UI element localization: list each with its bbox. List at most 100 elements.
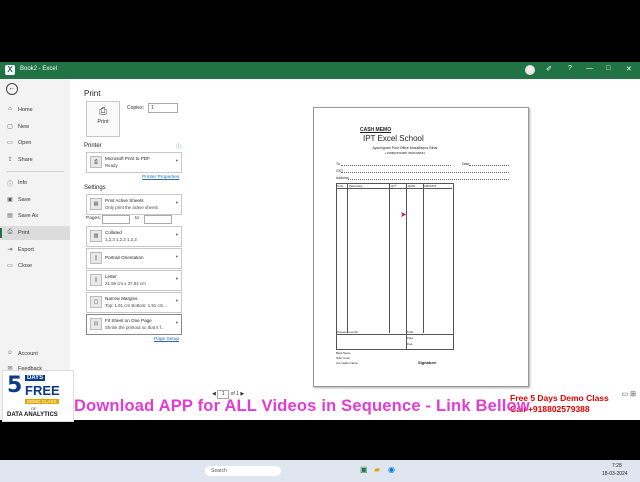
school-address: Ayachigram Post Office Muzaffarpur Bihar: [372, 146, 438, 150]
nav-item-save-as[interactable]: ▤ Save As: [0, 209, 70, 223]
nav-item-label: Print: [18, 230, 30, 236]
taskbar-folder-icon[interactable]: ▰: [374, 465, 380, 474]
margins-select[interactable]: ▢ Narrow Margins Top: 1.91 cm Bottom: 1.…: [86, 292, 182, 313]
taskbar-excel-icon[interactable]: ▣: [360, 465, 368, 474]
chevron-down-icon: ▾: [175, 232, 178, 237]
show-margins-icon[interactable]: ▭: [622, 391, 629, 398]
title-bar: X Book2 - Excel ● ✐ ? — □ ✕: [0, 62, 640, 79]
collation-desc: 1,2,3 1,2,3 1,2,3: [105, 237, 137, 242]
printer-name: Microsoft Print to PDF: [105, 156, 150, 161]
print-button[interactable]: ⎙ Print: [86, 101, 120, 137]
close-icon: ▭: [7, 263, 13, 269]
printer-info-icon[interactable]: ⓘ: [176, 143, 181, 150]
items-table: [336, 183, 454, 335]
table-header-cell: RATE: [408, 184, 416, 188]
close-window-button[interactable]: ✕: [626, 65, 632, 73]
paid-label: Paid: [407, 336, 413, 340]
page-setup-link[interactable]: Page Setup: [154, 337, 179, 342]
nav-item-print[interactable]: ⎙ Print: [0, 226, 70, 240]
paper-label: Letter: [105, 274, 117, 279]
paper-size-select[interactable]: ▯ Letter 21.59 cm x 27.94 cm ▾: [86, 270, 182, 291]
table-col-line: [406, 183, 407, 349]
nav-item-label: Export: [18, 247, 34, 253]
download-app-banner: Download APP for ALL Videos in Sequence …: [74, 397, 530, 415]
logo-demo: DEMO CLASS: [25, 399, 59, 404]
to-label: To: [336, 162, 340, 166]
copies-label: Copies:: [127, 105, 144, 111]
pages-to-input[interactable]: [144, 215, 172, 224]
nav-item-label: Save As: [18, 213, 39, 219]
nav-item-label: Home: [18, 107, 33, 113]
maximize-button[interactable]: □: [606, 65, 610, 72]
printer-properties-link[interactable]: Printer Properties: [142, 175, 179, 180]
margins-label: Narrow Margins: [105, 296, 138, 301]
coauthor-icon[interactable]: ✐: [546, 65, 552, 73]
page-title: Print: [84, 89, 101, 98]
table-col-line: [423, 183, 424, 333]
table-header-cell: S.No: [337, 184, 344, 188]
printer-icon: ⎙: [99, 106, 107, 117]
back-arrow-icon[interactable]: ←: [6, 83, 18, 95]
taskbar-edge-icon[interactable]: ◉: [388, 465, 395, 474]
orientation-label: Portrait Orientation: [105, 255, 144, 260]
school-name: IPT Excel School: [363, 134, 424, 143]
save-icon: ▣: [7, 197, 13, 203]
nav-item-label: Account: [18, 351, 38, 357]
collation-select[interactable]: ▥ Collated 1,2,3 1,2,3 1,2,3 ▾: [86, 226, 182, 247]
printer-select[interactable]: ⎙ Microsoft Print to PDF Ready ▾: [86, 152, 182, 173]
info-icon: ⓘ: [6, 182, 13, 188]
print-button-label: Print: [97, 119, 109, 125]
printer-status: Ready: [105, 163, 118, 168]
nav-item-label: Save: [18, 197, 31, 203]
scaling-select[interactable]: ⊡ Fit Sheet on One Page Shrink the print…: [86, 314, 182, 335]
chevron-down-icon: ▾: [175, 276, 178, 281]
logo-data-analytics: DATA ANALYTICS: [7, 412, 58, 418]
to-line: [341, 165, 451, 166]
nav-item-open[interactable]: ▭ Open: [0, 136, 70, 150]
print-what-label: Print Active Sheets: [105, 198, 144, 203]
pages-to-label: to: [135, 216, 140, 221]
signature-label: Signature: [418, 360, 437, 365]
chevron-down-icon: ▾: [175, 298, 178, 303]
folder-icon: ▭: [7, 140, 13, 146]
nav-item-export[interactable]: ⇥ Export: [0, 243, 70, 257]
backstage-nav: ← ⌂ Home ▢ New ▭ Open ⇪ Share ⓘ Info ▣ S…: [0, 79, 71, 420]
address-label: Address: [336, 176, 349, 180]
portrait-icon: ▯: [90, 252, 102, 264]
school-phone: +918802579388, 8826409561: [384, 151, 426, 155]
excel-window: X Book2 - Excel ● ✐ ? — □ ✕ ← ⌂ Home ▢ N…: [0, 62, 640, 482]
chevron-down-icon: ▾: [175, 254, 178, 259]
nav-item-label: New: [18, 124, 30, 130]
ifsc-label: IFSC Code: [336, 356, 350, 360]
chevron-down-icon: ▾: [175, 158, 178, 163]
nav-item-close[interactable]: ▭ Close: [0, 259, 70, 273]
nav-item-home[interactable]: ⌂ Home: [0, 103, 70, 117]
avatar[interactable]: ●: [525, 65, 535, 75]
pages-label: Pages:: [86, 216, 101, 221]
bank-name-label: Bank Name: [336, 351, 351, 355]
paper-icon: ▯: [90, 274, 102, 286]
taskbar-search-input[interactable]: Search: [205, 466, 281, 476]
save-as-icon: ▤: [7, 213, 13, 219]
pages-from-input[interactable]: [102, 215, 130, 224]
preview-page: CASH MEMO IPT Excel School Ayachigram Po…: [313, 107, 529, 387]
printer-heading: Printer: [84, 143, 102, 149]
taskbar: Search ▣ ▰ ◉ 7:28 18-03-2024: [0, 460, 640, 482]
orientation-select[interactable]: ▯ Portrait Orientation ▾: [86, 248, 182, 269]
copies-input[interactable]: 1: [148, 103, 178, 113]
new-file-icon: ▢: [7, 124, 13, 130]
nav-item-info[interactable]: ⓘ Info: [0, 176, 70, 190]
home-icon: ⌂: [8, 106, 12, 112]
totals-box: [336, 333, 454, 350]
table-header-line: [336, 188, 452, 189]
table-col-line: [389, 183, 390, 333]
minimize-button[interactable]: —: [586, 65, 593, 72]
nav-item-new[interactable]: ▢ New: [0, 120, 70, 134]
export-icon: ⇥: [7, 247, 13, 253]
nav-item-save[interactable]: ▣ Save: [0, 193, 70, 207]
nav-item-account[interactable]: ☺ Account: [0, 347, 70, 361]
nav-item-share[interactable]: ⇪ Share: [0, 153, 70, 167]
help-button[interactable]: ?: [568, 65, 572, 72]
print-what-select[interactable]: ▤ Print Active Sheets Only print the act…: [86, 194, 182, 215]
zoom-to-page-icon[interactable]: ⊞: [630, 391, 636, 398]
